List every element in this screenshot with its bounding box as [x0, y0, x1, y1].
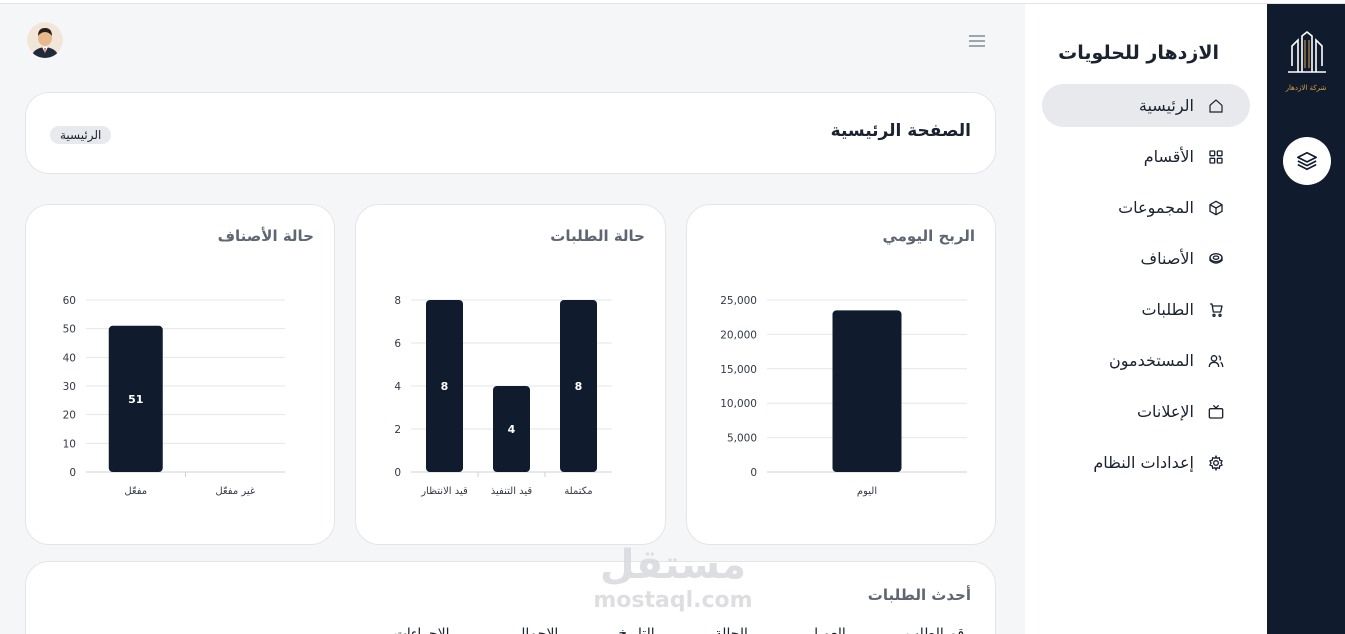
sidebar-item-label: إعدادات النظام	[1093, 453, 1194, 472]
sidebar-item-label: الرئيسية	[1138, 96, 1194, 115]
sidebar-nav: الرئيسية الأقسام المجموعات الأصناف الطلب…	[1042, 84, 1250, 492]
column-header: الحالة	[714, 626, 748, 634]
layers-button[interactable]	[1283, 137, 1331, 185]
x-tick-label: غير مفعّل	[215, 486, 255, 497]
y-tick-label: 5,000	[727, 433, 757, 445]
sidebar-item-items[interactable]: الأصناف	[1042, 237, 1250, 280]
layers-icon	[1297, 151, 1317, 171]
y-tick-label: 6	[394, 338, 401, 350]
orders-status-chart: 0 2 4 6 8 8 قيد الانتظار 4 قيد التنفيذ 8 مكتملة	[394, 295, 612, 497]
page-title: الصفحة الرئيسية	[830, 121, 971, 141]
x-tick-label: مكتملة	[564, 486, 592, 497]
y-tick-label: 60	[63, 295, 76, 307]
daily-profit-chart: 0 5,000 10,000 15,000 20,000 25,000 اليوم	[720, 295, 967, 497]
orders-table-header: رقم الطلب العميل الحالة التاريخ الإجمالي…	[394, 626, 971, 634]
logo-text: شركة الازدهار	[1285, 84, 1327, 92]
orders-status-card: حالة الطلبات 0 2 4 6 8 8 قيد الانتظار 4 قيد التن…	[355, 204, 666, 545]
sidebar: الازدهار للحلويات الرئيسية الأقسام المجم…	[1025, 4, 1267, 634]
y-tick-label: 20	[63, 410, 76, 422]
sidebar-item-label: الأصناف	[1140, 249, 1194, 268]
y-tick-label: 0	[394, 467, 401, 479]
page-header-card: الصفحة الرئيسية الرئيسية	[25, 92, 996, 174]
icon-rail: شركة الازدهار	[1267, 4, 1345, 634]
gear-icon	[1206, 453, 1226, 473]
y-tick-label: 2	[394, 424, 401, 436]
y-tick-label: 25,000	[720, 295, 757, 307]
sidebar-item-settings[interactable]: إعدادات النظام	[1042, 441, 1250, 484]
stack-icon	[1206, 249, 1226, 269]
sidebar-item-home[interactable]: الرئيسية	[1042, 84, 1250, 127]
y-tick-label: 30	[63, 381, 76, 393]
column-header: العميل	[807, 626, 846, 634]
company-logo	[1288, 30, 1326, 73]
y-tick-label: 20,000	[720, 329, 757, 341]
sidebar-item-label: المجموعات	[1118, 198, 1194, 217]
x-tick-label: اليوم	[857, 486, 877, 497]
sidebar-item-label: الطلبات	[1141, 300, 1194, 319]
column-header: الإجراءات	[393, 626, 450, 634]
box-icon	[1206, 198, 1226, 218]
x-tick-label: مفعّل	[124, 486, 147, 497]
sidebar-item-users[interactable]: المستخدمون	[1042, 339, 1250, 382]
y-tick-label: 10,000	[720, 398, 757, 410]
user-avatar[interactable]	[27, 22, 63, 58]
column-header: الإجمالي	[509, 626, 559, 634]
x-tick-label: قيد الانتظار	[420, 486, 468, 497]
sidebar-item-label: الأقسام	[1143, 147, 1194, 166]
home-icon	[1206, 96, 1226, 116]
data-label: 8	[575, 380, 583, 393]
sidebar-item-categories[interactable]: الأقسام	[1042, 135, 1250, 178]
sidebar-item-label: المستخدمون	[1109, 351, 1194, 370]
sidebar-item-orders[interactable]: الطلبات	[1042, 288, 1250, 331]
brand-title: الازدهار للحلويات	[1058, 42, 1219, 64]
items-status-card: حالة الأصناف 0 10 20 30 40 50 60 51 مفعّل غير مفع…	[25, 204, 335, 545]
users-icon	[1206, 351, 1226, 371]
data-label: 8	[441, 380, 449, 393]
y-tick-label: 15,000	[720, 364, 757, 376]
sidebar-item-groups[interactable]: المجموعات	[1042, 186, 1250, 229]
y-tick-label: 0	[750, 467, 757, 479]
breadcrumb[interactable]: الرئيسية	[50, 126, 112, 144]
latest-orders-card: أحدث الطلبات رقم الطلب العميل الحالة الت…	[25, 561, 996, 634]
y-tick-label: 40	[63, 352, 76, 364]
bar	[832, 310, 902, 472]
y-tick-label: 50	[63, 324, 76, 336]
data-label: 51	[128, 393, 143, 406]
avatar-image	[27, 22, 63, 58]
column-header: رقم الطلب	[905, 626, 971, 634]
y-tick-label: 4	[394, 381, 401, 393]
column-header: التاريخ	[618, 626, 655, 634]
x-tick-label: قيد التنفيذ	[491, 486, 533, 497]
y-tick-label: 0	[69, 467, 76, 479]
data-label: 4	[508, 423, 516, 436]
sidebar-item-label: الإعلانات	[1136, 402, 1194, 421]
menu-toggle-icon[interactable]	[966, 32, 988, 50]
items-status-chart: 0 10 20 30 40 50 60 51 مفعّل غير مفعّل	[63, 295, 285, 497]
orders-title: أحدث الطلبات	[867, 586, 971, 604]
y-tick-label: 8	[394, 295, 401, 307]
cart-icon	[1206, 300, 1226, 320]
y-tick-label: 10	[63, 438, 76, 450]
grid-icon	[1206, 147, 1226, 167]
daily-profit-card: الربح اليومي 0 5,000 10,000 15,000 20,000 25,…	[686, 204, 996, 545]
sidebar-item-ads[interactable]: الإعلانات	[1042, 390, 1250, 433]
tv-icon	[1206, 402, 1226, 422]
